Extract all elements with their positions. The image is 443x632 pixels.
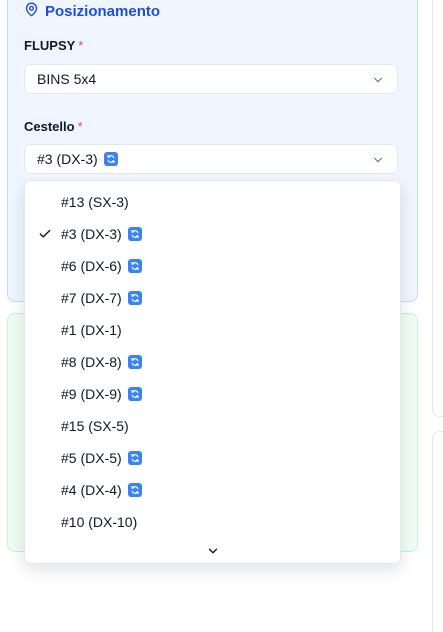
refresh-icon (127, 451, 142, 465)
dropdown-option-label: #13 (SX-3) (61, 194, 129, 210)
cestello-select-value: #3 (DX-3) (37, 151, 98, 167)
section-title: Posizionamento (24, 0, 160, 22)
dropdown-option-label: #4 (DX-4) (61, 482, 122, 498)
dropdown-option-text: #13 (SX-3) (61, 194, 129, 210)
dropdown-option-label: #10 (DX-10) (61, 514, 138, 530)
dropdown-option-text: #4 (DX-4) (61, 482, 142, 498)
dropdown-option-text: #10 (DX-10) (61, 514, 137, 530)
flupsy-select-value: BINS 5x4 (37, 71, 97, 87)
dropdown-option-text: #5 (DX-5) (61, 450, 142, 466)
dropdown-option[interactable]: #3 (DX-3) (25, 218, 400, 250)
dropdown-option-text: #8 (DX-8) (61, 354, 142, 370)
dropdown-option-text: #3 (DX-3) (61, 226, 142, 242)
dropdown-option-text: #1 (DX-1) (61, 322, 122, 338)
dropdown-option[interactable]: #13 (SX-3) (25, 186, 400, 218)
map-pin-icon (24, 2, 39, 21)
section-title-text: Posizionamento (45, 2, 161, 20)
chevron-down-icon (371, 73, 385, 87)
dropdown-option-label: #1 (DX-1) (61, 322, 122, 338)
dropdown-option-text: #7 (DX-7) (61, 290, 142, 306)
refresh-icon (103, 152, 118, 166)
cestello-label: Cestello * (24, 119, 83, 134)
required-mark: * (77, 119, 83, 134)
side-card-top (432, 0, 443, 417)
dropdown-option[interactable]: #5 (DX-5) (25, 442, 400, 474)
refresh-icon (127, 355, 142, 369)
dropdown-option-text: #15 (SX-5) (61, 418, 129, 434)
cestello-dropdown-list: #13 (SX-3) #3 (DX-3) #6 (DX-6) #7 (DX-7) #1 … (24, 180, 401, 564)
dropdown-option[interactable]: #6 (DX-6) (25, 250, 400, 282)
dropdown-option-text: #6 (DX-6) (61, 258, 142, 274)
dropdown-option[interactable]: #15 (SX-5) (25, 410, 400, 442)
dropdown-option-label: #3 (DX-3) (61, 226, 122, 242)
scroll-down-chevron-icon[interactable] (206, 544, 220, 558)
dropdown-option[interactable]: #8 (DX-8) (25, 346, 400, 378)
cestello-select[interactable]: #3 (DX-3) (24, 144, 398, 174)
dropdown-option-label: #5 (DX-5) (61, 450, 122, 466)
refresh-icon (127, 227, 142, 241)
dropdown-option[interactable]: #1 (DX-1) (25, 314, 400, 346)
refresh-icon (127, 291, 142, 305)
refresh-icon (127, 483, 142, 497)
refresh-icon (127, 387, 142, 401)
flupsy-label: FLUPSY * (24, 38, 83, 53)
cestello-label-text: Cestello (24, 119, 75, 134)
dropdown-option[interactable]: #7 (DX-7) (25, 282, 400, 314)
dropdown-option[interactable]: #9 (DX-9) (25, 378, 400, 410)
flupsy-label-text: FLUPSY (24, 38, 76, 53)
dropdown-option-label: #15 (SX-5) (61, 418, 129, 434)
dropdown-option-label: #9 (DX-9) (61, 386, 122, 402)
side-card-bottom (432, 431, 443, 632)
refresh-icon (127, 259, 142, 273)
dropdown-option-label: #6 (DX-6) (61, 258, 122, 274)
required-mark: * (78, 38, 84, 53)
dropdown-option[interactable]: #4 (DX-4) (25, 474, 400, 506)
check-icon (38, 227, 52, 241)
chevron-down-icon (371, 153, 385, 167)
dropdown-option-label: #8 (DX-8) (61, 354, 122, 370)
dropdown-option[interactable]: #10 (DX-10) (25, 506, 400, 538)
dropdown-option-label: #7 (DX-7) (61, 290, 122, 306)
dropdown-option-text: #9 (DX-9) (61, 386, 142, 402)
flupsy-select[interactable]: BINS 5x4 (24, 64, 398, 94)
